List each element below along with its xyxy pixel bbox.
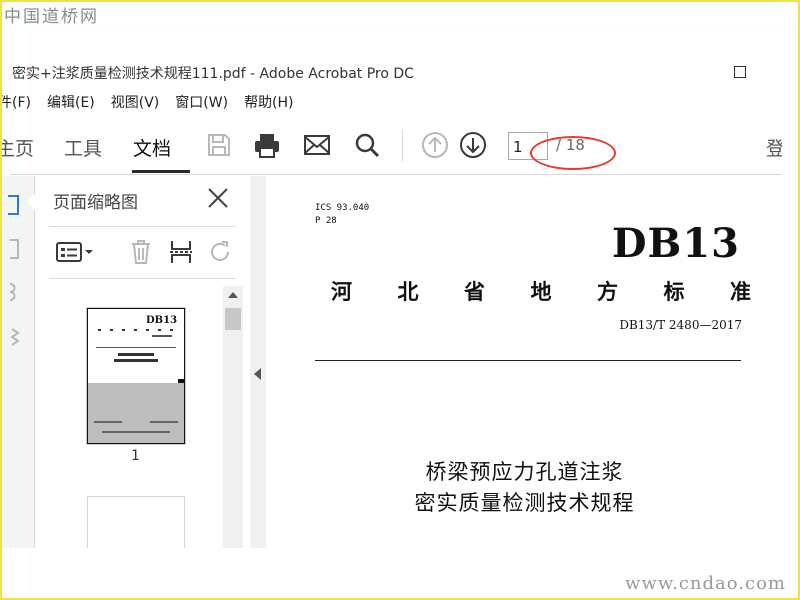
panel-collapse-strip[interactable] <box>250 176 266 548</box>
close-icon[interactable] <box>206 186 230 210</box>
red-annotation-ellipse <box>530 136 616 170</box>
menu-view[interactable]: 视图(V) <box>111 92 160 114</box>
doc-p: P 28 <box>315 216 337 226</box>
panel-pointer <box>27 194 35 210</box>
rotate-page-icon[interactable] <box>207 238 235 266</box>
menu-file[interactable]: 件(F) <box>0 92 31 114</box>
previous-page-icon[interactable] <box>420 130 450 160</box>
delete-page-icon[interactable] <box>127 238 155 266</box>
menu-bar: 件(F) 编辑(E) 视图(V) 窗口(W) 帮助(H) <box>0 92 310 114</box>
document-page: ICS 93.040 P 28 DB13 河 北 省 地 方 标 准 DB13/… <box>267 176 782 548</box>
watermark-bottom: www.cndao.com <box>625 573 786 594</box>
panel-divider <box>49 278 236 279</box>
doc-ics: ICS 93.040 <box>315 203 370 213</box>
search-icon[interactable] <box>352 130 382 160</box>
save-icon[interactable] <box>204 130 234 160</box>
thumbnail-list: DB13 1 <box>45 286 225 548</box>
page-thumbnail-1[interactable]: DB13 <box>87 308 185 444</box>
mail-icon[interactable] <box>302 130 332 160</box>
active-tab-indicator <box>132 170 190 173</box>
next-page-icon[interactable] <box>458 130 488 160</box>
attachment-icon[interactable] <box>4 280 22 302</box>
doc-standard-char: 方 <box>597 279 618 304</box>
scrollbar-thumb[interactable] <box>225 308 241 330</box>
bookmarks-icon[interactable] <box>4 238 22 260</box>
toolbar: 主页 工具 文档 1 / 18 登 <box>0 118 785 175</box>
doc-standard-char: 北 <box>397 279 419 304</box>
menu-help[interactable]: 帮助(H) <box>244 92 293 114</box>
doc-standard-char: 准 <box>730 279 751 304</box>
doc-standard-title: 河 北 省 地 方 标 准 <box>331 276 751 306</box>
window-title: 密实+注浆质量检测技术规程111.pdf - Adobe Acrobat Pro… <box>12 66 414 82</box>
doc-standard-char: 省 <box>464 279 485 304</box>
panel-title: 页面缩略图 <box>53 193 138 213</box>
panel-scrollbar[interactable] <box>223 286 243 548</box>
tab-tools[interactable]: 工具 <box>64 134 102 161</box>
window-titlebar: 密实+注浆质量检测技术规程111.pdf - Adobe Acrobat Pro… <box>0 58 780 86</box>
layers-icon[interactable] <box>4 326 22 348</box>
page-thumbnails-panel: 页面缩略图 DB13 1 <box>27 176 251 548</box>
tab-document[interactable]: 文档 <box>133 134 171 161</box>
doc-standard-char: 标 <box>663 279 685 304</box>
watermark-top: 中国道桥网 <box>4 7 99 27</box>
doc-standard-char: 地 <box>530 279 552 304</box>
options-menu-icon[interactable] <box>55 238 95 266</box>
toolbar-separator <box>402 130 403 162</box>
doc-classification: ICS 93.040 P 28 <box>315 202 369 228</box>
tab-home[interactable]: 主页 <box>0 134 34 161</box>
menu-window[interactable]: 窗口(W) <box>175 92 228 114</box>
window-right-edge <box>782 58 796 598</box>
page-thumbnails-icon[interactable] <box>4 194 22 216</box>
maximize-button[interactable] <box>734 66 746 78</box>
doc-standard-char: 河 <box>331 279 352 304</box>
doc-title-line1: 桥梁预应力孔道注浆 <box>425 460 624 484</box>
insert-page-icon[interactable] <box>167 238 195 266</box>
thumbnail-visible-area <box>88 383 184 443</box>
page-thumbnail-2[interactable] <box>87 496 185 548</box>
doc-code: DB13 <box>611 220 740 267</box>
panel-divider <box>49 226 236 227</box>
doc-rule <box>315 360 741 361</box>
doc-title-line2: 密实质量检测技术规程 <box>414 491 635 515</box>
thumbnail-page-label: 1 <box>131 448 140 464</box>
menu-edit[interactable]: 编辑(E) <box>47 92 95 114</box>
collapse-arrow-icon[interactable] <box>254 368 261 380</box>
left-navigation-strip <box>0 176 35 548</box>
thumbnail-code: DB13 <box>146 315 178 326</box>
doc-standard-number: DB13/T 2480—2017 <box>619 318 742 332</box>
thumbnail-text-lines <box>98 329 173 362</box>
print-icon[interactable] <box>252 130 282 160</box>
scroll-up-arrow-icon[interactable] <box>228 292 238 298</box>
